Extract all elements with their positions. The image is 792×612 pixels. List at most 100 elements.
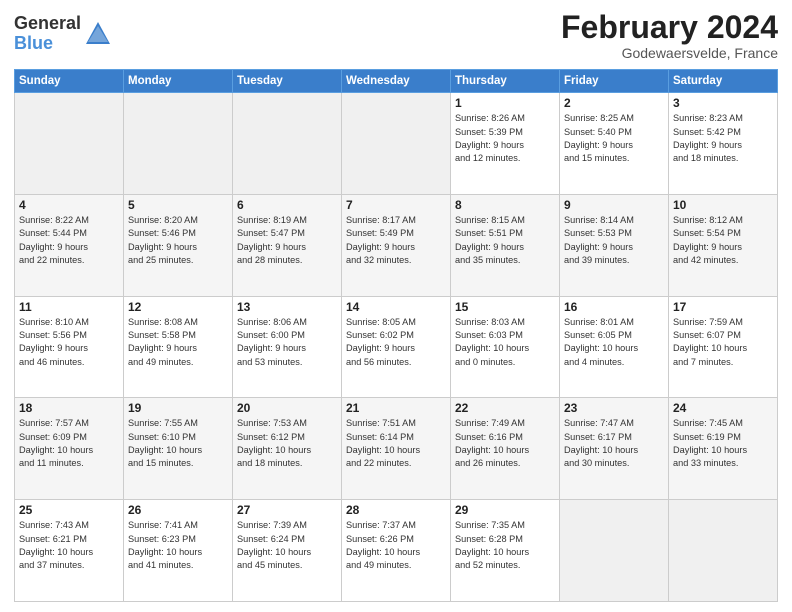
day-number: 4 xyxy=(19,198,119,212)
day-number: 26 xyxy=(128,503,228,517)
table-row: 25 Sunrise: 7:43 AM Sunset: 6:21 PM Dayli… xyxy=(15,500,124,602)
table-row: 6 Sunrise: 8:19 AM Sunset: 5:47 PM Daylig… xyxy=(233,194,342,296)
col-monday: Monday xyxy=(124,70,233,93)
table-row: 3 Sunrise: 8:23 AM Sunset: 5:42 PM Daylig… xyxy=(669,93,778,195)
table-row: 18 Sunrise: 7:57 AM Sunset: 6:09 PM Dayli… xyxy=(15,398,124,500)
table-row: 1Sunrise: 8:26 AM Sunset: 5:39 PM Daylig… xyxy=(451,93,560,195)
day-info: Sunrise: 7:57 AM Sunset: 6:09 PM Dayligh… xyxy=(19,417,119,470)
day-number: 14 xyxy=(346,300,446,314)
header: General Blue February 2024 Godewaersveld… xyxy=(14,10,778,61)
page: { "header": { "logo_general": "General",… xyxy=(0,0,792,612)
col-saturday: Saturday xyxy=(669,70,778,93)
day-number: 16 xyxy=(564,300,664,314)
day-info: Sunrise: 7:55 AM Sunset: 6:10 PM Dayligh… xyxy=(128,417,228,470)
day-number: 18 xyxy=(19,401,119,415)
table-row: 28Sunrise: 7:37 AM Sunset: 6:26 PM Dayli… xyxy=(342,500,451,602)
day-info: Sunrise: 7:53 AM Sunset: 6:12 PM Dayligh… xyxy=(237,417,337,470)
day-number: 29 xyxy=(455,503,555,517)
day-number: 27 xyxy=(237,503,337,517)
day-info: Sunrise: 8:06 AM Sunset: 6:00 PM Dayligh… xyxy=(237,316,337,369)
calendar-week-2: 4Sunrise: 8:22 AM Sunset: 5:44 PM Daylig… xyxy=(15,194,778,296)
day-info: Sunrise: 8:08 AM Sunset: 5:58 PM Dayligh… xyxy=(128,316,228,369)
day-number: 7 xyxy=(346,198,446,212)
day-info: Sunrise: 7:45 AM Sunset: 6:19 PM Dayligh… xyxy=(673,417,773,470)
calendar-week-1: 1Sunrise: 8:26 AM Sunset: 5:39 PM Daylig… xyxy=(15,93,778,195)
day-number: 25 xyxy=(19,503,119,517)
day-number: 5 xyxy=(128,198,228,212)
logo-general: General xyxy=(14,14,81,34)
table-row: 29Sunrise: 7:35 AM Sunset: 6:28 PM Dayli… xyxy=(451,500,560,602)
table-row: 11 Sunrise: 8:10 AM Sunset: 5:56 PM Dayli… xyxy=(15,296,124,398)
table-row: 21Sunrise: 7:51 AM Sunset: 6:14 PM Dayli… xyxy=(342,398,451,500)
day-number: 13 xyxy=(237,300,337,314)
logo-icon xyxy=(84,20,112,48)
table-row: 22 Sunrise: 7:49 AM Sunset: 6:16 PM Dayli… xyxy=(451,398,560,500)
table-row: 24 Sunrise: 7:45 AM Sunset: 6:19 PM Dayli… xyxy=(669,398,778,500)
day-number: 11 xyxy=(19,300,119,314)
table-row: 19 Sunrise: 7:55 AM Sunset: 6:10 PM Dayli… xyxy=(124,398,233,500)
day-info: Sunrise: 8:14 AM Sunset: 5:53 PM Dayligh… xyxy=(564,214,664,267)
table-row: 12 Sunrise: 8:08 AM Sunset: 5:58 PM Dayli… xyxy=(124,296,233,398)
col-tuesday: Tuesday xyxy=(233,70,342,93)
table-row: 27 Sunrise: 7:39 AM Sunset: 6:24 PM Dayli… xyxy=(233,500,342,602)
day-number: 6 xyxy=(237,198,337,212)
day-info: Sunrise: 8:12 AM Sunset: 5:54 PM Dayligh… xyxy=(673,214,773,267)
table-row: 2 Sunrise: 8:25 AM Sunset: 5:40 PM Daylig… xyxy=(560,93,669,195)
day-number: 15 xyxy=(455,300,555,314)
day-info: Sunrise: 7:39 AM Sunset: 6:24 PM Dayligh… xyxy=(237,519,337,572)
table-row: 4Sunrise: 8:22 AM Sunset: 5:44 PM Daylig… xyxy=(15,194,124,296)
calendar-week-4: 18 Sunrise: 7:57 AM Sunset: 6:09 PM Dayli… xyxy=(15,398,778,500)
table-row: 14 Sunrise: 8:05 AM Sunset: 6:02 PM Dayli… xyxy=(342,296,451,398)
table-row xyxy=(560,500,669,602)
day-number: 22 xyxy=(455,401,555,415)
day-info: Sunrise: 8:20 AM Sunset: 5:46 PM Dayligh… xyxy=(128,214,228,267)
table-row xyxy=(15,93,124,195)
table-row: 15Sunrise: 8:03 AM Sunset: 6:03 PM Dayli… xyxy=(451,296,560,398)
col-thursday: Thursday xyxy=(451,70,560,93)
day-info: Sunrise: 8:26 AM Sunset: 5:39 PM Dayligh… xyxy=(455,112,555,165)
day-number: 8 xyxy=(455,198,555,212)
table-row xyxy=(669,500,778,602)
month-title: February 2024 xyxy=(561,10,778,45)
logo-blue: Blue xyxy=(14,34,81,54)
table-row: 8 Sunrise: 8:15 AM Sunset: 5:51 PM Daylig… xyxy=(451,194,560,296)
table-row: 9Sunrise: 8:14 AM Sunset: 5:53 PM Daylig… xyxy=(560,194,669,296)
day-number: 3 xyxy=(673,96,773,110)
table-row xyxy=(233,93,342,195)
day-info: Sunrise: 8:25 AM Sunset: 5:40 PM Dayligh… xyxy=(564,112,664,165)
day-info: Sunrise: 8:19 AM Sunset: 5:47 PM Dayligh… xyxy=(237,214,337,267)
day-info: Sunrise: 7:47 AM Sunset: 6:17 PM Dayligh… xyxy=(564,417,664,470)
table-row: 23 Sunrise: 7:47 AM Sunset: 6:17 PM Dayli… xyxy=(560,398,669,500)
day-info: Sunrise: 7:59 AM Sunset: 6:07 PM Dayligh… xyxy=(673,316,773,369)
day-number: 2 xyxy=(564,96,664,110)
col-wednesday: Wednesday xyxy=(342,70,451,93)
calendar-header-row: Sunday Monday Tuesday Wednesday Thursday… xyxy=(15,70,778,93)
logo: General Blue xyxy=(14,14,112,54)
day-info: Sunrise: 8:05 AM Sunset: 6:02 PM Dayligh… xyxy=(346,316,446,369)
table-row: 5 Sunrise: 8:20 AM Sunset: 5:46 PM Daylig… xyxy=(124,194,233,296)
day-info: Sunrise: 7:43 AM Sunset: 6:21 PM Dayligh… xyxy=(19,519,119,572)
day-info: Sunrise: 8:01 AM Sunset: 6:05 PM Dayligh… xyxy=(564,316,664,369)
day-number: 24 xyxy=(673,401,773,415)
location: Godewaersvelde, France xyxy=(561,45,778,61)
day-info: Sunrise: 7:37 AM Sunset: 6:26 PM Dayligh… xyxy=(346,519,446,572)
table-row: 10Sunrise: 8:12 AM Sunset: 5:54 PM Dayli… xyxy=(669,194,778,296)
day-info: Sunrise: 8:23 AM Sunset: 5:42 PM Dayligh… xyxy=(673,112,773,165)
table-row: 26Sunrise: 7:41 AM Sunset: 6:23 PM Dayli… xyxy=(124,500,233,602)
table-row: 7 Sunrise: 8:17 AM Sunset: 5:49 PM Daylig… xyxy=(342,194,451,296)
table-row xyxy=(124,93,233,195)
day-info: Sunrise: 8:17 AM Sunset: 5:49 PM Dayligh… xyxy=(346,214,446,267)
day-number: 12 xyxy=(128,300,228,314)
table-row: 17Sunrise: 7:59 AM Sunset: 6:07 PM Dayli… xyxy=(669,296,778,398)
logo-text: General Blue xyxy=(14,14,81,54)
day-number: 23 xyxy=(564,401,664,415)
day-info: Sunrise: 8:10 AM Sunset: 5:56 PM Dayligh… xyxy=(19,316,119,369)
day-number: 19 xyxy=(128,401,228,415)
day-info: Sunrise: 7:49 AM Sunset: 6:16 PM Dayligh… xyxy=(455,417,555,470)
day-info: Sunrise: 8:15 AM Sunset: 5:51 PM Dayligh… xyxy=(455,214,555,267)
col-friday: Friday xyxy=(560,70,669,93)
col-sunday: Sunday xyxy=(15,70,124,93)
table-row xyxy=(342,93,451,195)
table-row: 20Sunrise: 7:53 AM Sunset: 6:12 PM Dayli… xyxy=(233,398,342,500)
table-row: 16 Sunrise: 8:01 AM Sunset: 6:05 PM Dayli… xyxy=(560,296,669,398)
